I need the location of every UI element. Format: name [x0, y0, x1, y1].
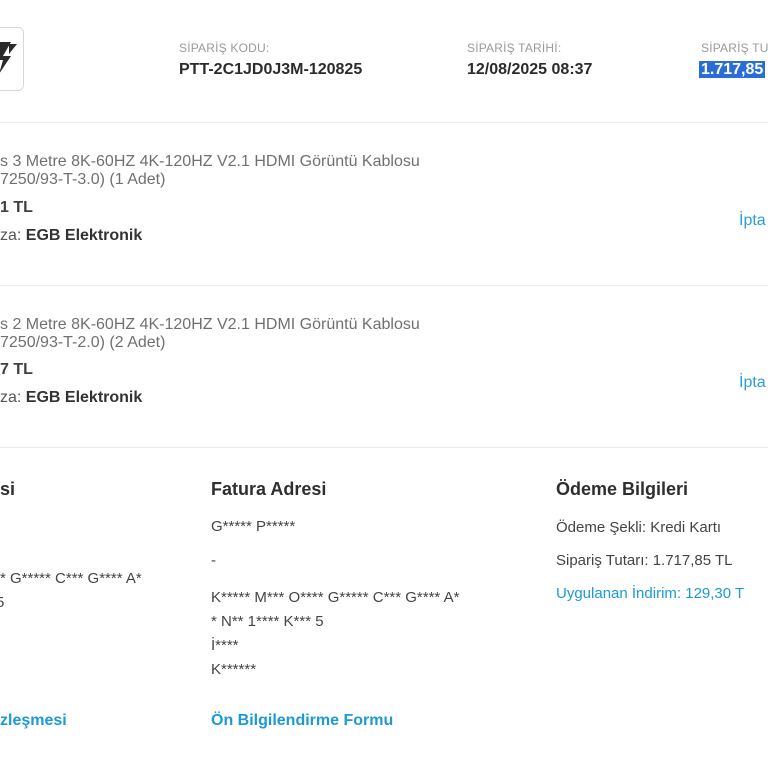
billing-address-title: Fatura Adresi — [211, 479, 327, 499]
distance-sales-contract-link[interactable]: zleşmesi — [0, 712, 67, 730]
store-name: EGB Elektronik — [25, 389, 143, 406]
store-logo — [0, 27, 24, 91]
divider — [0, 122, 768, 123]
billing-address-line4: K****** — [211, 661, 257, 678]
payment-method: Ödeme Şekli: Kredi Kartı — [556, 519, 722, 536]
info-form-link[interactable]: Ön Bilgilendirme Formu — [211, 712, 393, 730]
billing-address-line2: * N** 1**** K*** 5 — [211, 613, 324, 630]
payment-info-title: Ödeme Bilgileri — [556, 479, 689, 499]
product-price: 1 TL — [0, 199, 33, 216]
delivery-address-title: si — [0, 479, 16, 499]
product-name-line2: 7250/93-T-2.0) (2 Adet) — [0, 334, 166, 351]
applied-discount: Uygulanan İndirim: 129,30 T — [556, 585, 745, 602]
cancel-button[interactable]: İpta — [739, 212, 766, 230]
order-total-value: 1.717,85 — [699, 61, 766, 78]
payment-total: Sipariş Tutarı: 1.717,85 TL — [556, 552, 733, 569]
product-name-line2: 7250/93-T-3.0) (1 Adet) — [0, 171, 166, 188]
store-label: za: — [0, 227, 26, 244]
billing-address-line3: İ**** — [211, 637, 239, 654]
divider — [0, 285, 768, 286]
store-info: za: EGB Elektronik — [0, 227, 142, 245]
product-price: 7 TL — [0, 361, 33, 378]
product-name-line1: s 3 Metre 8K-60HZ 4K-120HZ V2.1 HDMI Gör… — [0, 153, 420, 170]
delivery-address-line1: * G***** C*** G**** A* — [0, 570, 142, 587]
divider — [0, 447, 768, 448]
store-label: za: — [0, 389, 26, 406]
brand-logo-icon — [0, 42, 17, 73]
order-code-label: SİPARİŞ KODU: — [179, 41, 270, 55]
billing-address-line1: K***** M*** O**** G***** C*** G**** A* — [211, 589, 460, 606]
order-total-label: SİPARİŞ TU — [701, 41, 768, 55]
order-date-label: SİPARİŞ TARİHİ: — [467, 41, 562, 55]
product-name-line1: s 2 Metre 8K-60HZ 4K-120HZ V2.1 HDMI Gör… — [0, 316, 420, 333]
cancel-button[interactable]: İpta — [739, 374, 766, 392]
billing-name: G***** P***** — [211, 518, 296, 535]
store-name: EGB Elektronik — [25, 227, 143, 244]
delivery-address-line2: 5 — [0, 594, 5, 611]
order-date: 12/08/2025 08:37 — [467, 61, 593, 78]
store-info: za: EGB Elektronik — [0, 389, 142, 407]
billing-dash: - — [211, 552, 216, 569]
order-code: PTT-2C1JD0J3M-120825 — [179, 61, 363, 78]
order-total: 1.717,85 — [699, 61, 766, 79]
